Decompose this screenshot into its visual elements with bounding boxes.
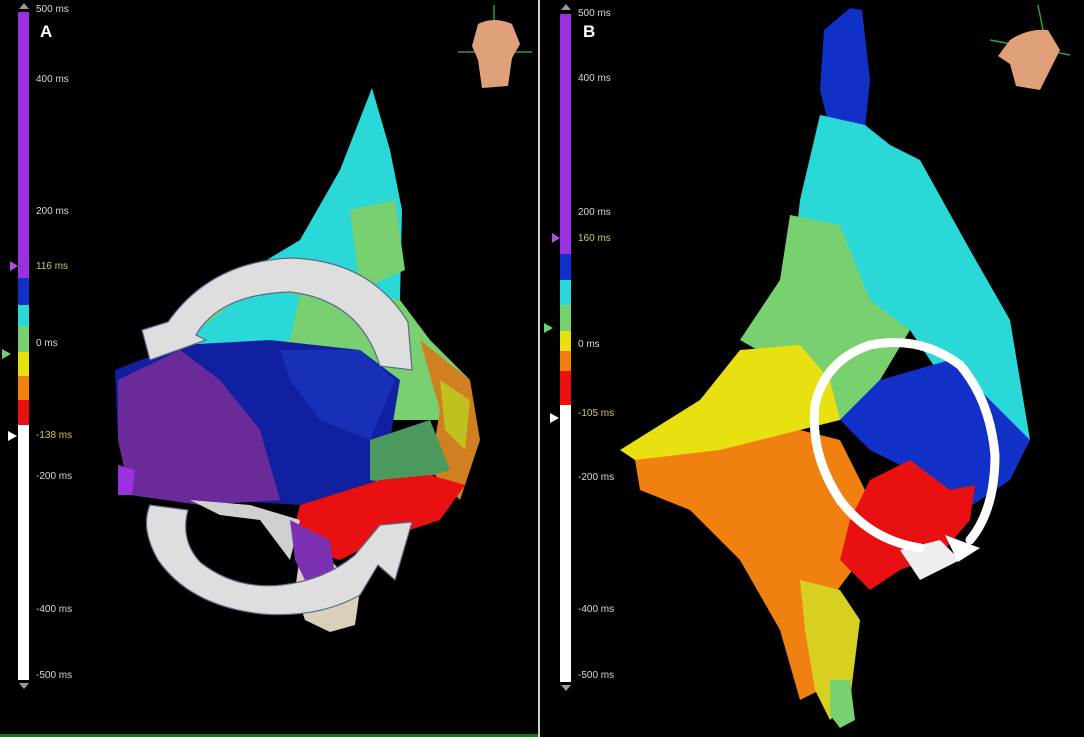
tick-label: -200 ms (578, 472, 615, 483)
tick-label: -105 ms (578, 408, 615, 419)
lower-threshold-marker-icon[interactable] (550, 413, 559, 423)
scale-down-arrow-icon[interactable] (19, 683, 29, 689)
tick-label: 500 ms (36, 4, 69, 15)
tick-label: 500 ms (578, 8, 611, 19)
upper-threshold-marker-icon[interactable] (552, 233, 560, 243)
panel-b: B 500 ms 400 ms 200 ms 160 ms 0 ms -105 … (540, 0, 1084, 737)
lower-threshold-marker-icon[interactable] (8, 431, 17, 441)
tick-label: 0 ms (36, 338, 58, 349)
scale-up-arrow-icon[interactable] (19, 3, 29, 9)
tick-label: -500 ms (36, 670, 73, 681)
zero-marker-icon (2, 349, 11, 359)
tick-label: -200 ms (36, 471, 73, 482)
torso-orientation-icon[interactable] (458, 5, 532, 88)
tick-label: 200 ms (578, 207, 611, 218)
tick-label: -138 ms (36, 430, 73, 441)
tick-label: -500 ms (578, 670, 615, 681)
tick-label: 400 ms (578, 73, 611, 84)
panel-label: B (583, 22, 596, 41)
scale-down-arrow-icon[interactable] (561, 685, 571, 691)
tick-label: 0 ms (578, 339, 600, 350)
panel-a: A 500 ms 400 ms 200 ms 116 ms 0 ms -138 … (0, 0, 538, 737)
tick-label: 116 ms (36, 261, 69, 272)
tick-label: -400 ms (36, 604, 73, 615)
tick-label: 200 ms (36, 206, 69, 217)
activation-colorbar[interactable] (560, 14, 571, 682)
activation-colorbar[interactable] (18, 12, 29, 680)
tick-label: 400 ms (36, 74, 69, 85)
scale-up-arrow-icon[interactable] (561, 4, 571, 10)
activation-map-b[interactable] (540, 0, 1084, 737)
upper-threshold-marker-icon[interactable] (10, 261, 18, 271)
panel-label: A (40, 22, 53, 41)
tick-label: -400 ms (578, 604, 615, 615)
zero-marker-icon (544, 323, 553, 333)
torso-orientation-icon[interactable] (989, 4, 1071, 90)
activation-map-a[interactable] (0, 0, 538, 737)
tick-label: 160 ms (578, 233, 611, 244)
